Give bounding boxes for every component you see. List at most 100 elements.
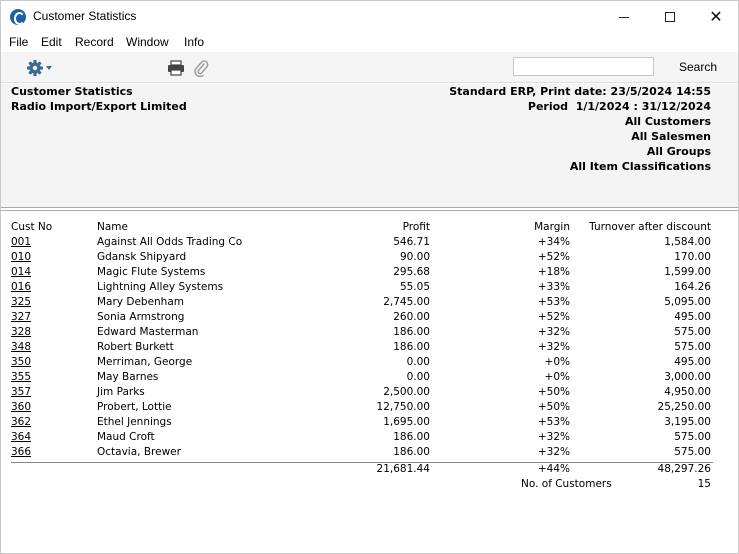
customer-turnover: 3,000.00	[664, 371, 711, 383]
customer-name: Probert, Lottie	[97, 401, 172, 413]
customer-statistics-window: Customer Statistics ✕ File Edit Record W…	[0, 0, 739, 554]
customer-turnover: 1,599.00	[664, 266, 711, 278]
customer-profit: 90.00	[399, 251, 430, 263]
header-name: Name	[97, 221, 128, 233]
customer-number-link[interactable]: 357	[11, 386, 31, 398]
maximize-button[interactable]	[647, 1, 693, 32]
customer-number-link[interactable]: 016	[11, 281, 31, 293]
close-button[interactable]: ✕	[693, 1, 739, 32]
customer-name: Merriman, George	[97, 356, 193, 368]
menu-info[interactable]: Info	[184, 35, 204, 49]
table-row: 348 Robert Burkett 186.00 +32% 575.00	[1, 341, 738, 356]
customer-name: Jim Parks	[97, 386, 145, 398]
printer-icon	[168, 60, 184, 76]
table-header: Cust No Name Profit Margin Turnover afte…	[1, 221, 738, 236]
customer-turnover: 575.00	[674, 446, 711, 458]
customer-margin: +53%	[537, 416, 570, 428]
paperclip-icon	[194, 60, 209, 78]
customer-profit: 186.00	[393, 446, 430, 458]
customer-margin: +53%	[537, 296, 570, 308]
customer-turnover: 164.26	[674, 281, 711, 293]
customer-number-link[interactable]: 350	[11, 356, 31, 368]
minimize-icon	[619, 16, 629, 18]
customer-name: Robert Burkett	[97, 341, 174, 353]
table-row: 364 Maud Croft 186.00 +32% 575.00	[1, 431, 738, 446]
customer-margin: +52%	[537, 311, 570, 323]
filter-item-classifications: All Item Classifications	[569, 160, 711, 173]
attach-button[interactable]	[193, 59, 209, 78]
customer-number-link[interactable]: 014	[11, 266, 31, 278]
table-row: 328 Edward Masterman 186.00 +32% 575.00	[1, 326, 738, 341]
customer-number-link[interactable]: 355	[11, 371, 31, 383]
customer-name: Maud Croft	[97, 431, 155, 443]
header-turnover: Turnover after discount	[589, 221, 711, 233]
customer-turnover: 25,250.00	[657, 401, 711, 413]
menu-record[interactable]: Record	[75, 35, 114, 49]
customer-number-link[interactable]: 360	[11, 401, 31, 413]
customer-turnover: 495.00	[674, 356, 711, 368]
customer-name: Gdansk Shipyard	[97, 251, 187, 263]
window-title: Customer Statistics	[33, 9, 137, 23]
customer-number-link[interactable]: 348	[11, 341, 31, 353]
header-divider	[1, 210, 738, 211]
customer-profit: 186.00	[393, 341, 430, 353]
customer-margin: +32%	[537, 446, 570, 458]
header-profit: Profit	[402, 221, 430, 233]
customer-turnover: 495.00	[674, 311, 711, 323]
customer-number-link[interactable]: 364	[11, 431, 31, 443]
customer-name: May Barnes	[97, 371, 159, 383]
customer-number-link[interactable]: 010	[11, 251, 31, 263]
customer-number-link[interactable]: 362	[11, 416, 31, 428]
close-icon: ✕	[709, 7, 723, 26]
customer-name: Lightning Alley Systems	[97, 281, 224, 293]
customer-turnover: 575.00	[674, 431, 711, 443]
header-margin: Margin	[534, 221, 570, 233]
customer-number-link[interactable]: 001	[11, 236, 31, 248]
header-cust-no: Cust No	[11, 221, 53, 233]
total-margin: +44%	[537, 463, 570, 475]
search-button[interactable]: Search	[679, 60, 717, 74]
customer-margin: +32%	[537, 431, 570, 443]
table-row: 357 Jim Parks 2,500.00 +50% 4,950.00	[1, 386, 738, 401]
customer-profit: 546.71	[393, 236, 430, 248]
app-logo-icon	[10, 9, 26, 25]
customer-profit: 186.00	[393, 431, 430, 443]
menu-file[interactable]: File	[9, 35, 28, 49]
table-row: 362 Ethel Jennings 1,695.00 +53% 3,195.00	[1, 416, 738, 431]
table-row: 001 Against All Odds Trading Co 546.71 +34%…	[1, 236, 738, 251]
customer-margin: +50%	[537, 386, 570, 398]
table-row: 355 May Barnes 0.00 +0% 3,000.00	[1, 371, 738, 386]
print-button[interactable]	[167, 60, 185, 76]
filter-customers: All Customers	[624, 115, 711, 128]
menu-window[interactable]: Window	[126, 35, 169, 49]
search-input[interactable]	[513, 57, 654, 76]
totals-row: 21,681.44 +44% 48,297.26	[1, 463, 738, 478]
customer-name: Octavia, Brewer	[97, 446, 181, 458]
customer-name: Sonia Armstrong	[97, 311, 185, 323]
customer-number-link[interactable]: 366	[11, 446, 31, 458]
customer-margin: +32%	[537, 341, 570, 353]
table-row: 327 Sonia Armstrong 260.00 +52% 495.00	[1, 311, 738, 326]
customer-margin: +32%	[537, 326, 570, 338]
minimize-button[interactable]	[601, 1, 647, 32]
table-row: 010 Gdansk Shipyard 90.00 +52% 170.00	[1, 251, 738, 266]
customer-profit: 0.00	[406, 371, 430, 383]
table-row: 325 Mary Debenham 2,745.00 +53% 5,095.00	[1, 296, 738, 311]
company-name: Radio Import/Export Limited	[11, 100, 187, 113]
period-info: Period 1/1/2024 : 31/12/2024	[527, 100, 711, 113]
customer-number-link[interactable]: 328	[11, 326, 31, 338]
toolbar: Search	[1, 52, 738, 83]
customer-profit: 12,750.00	[376, 401, 430, 413]
operations-menu-button[interactable]	[26, 59, 56, 77]
customer-margin: +0%	[544, 371, 570, 383]
table-body: 001 Against All Odds Trading Co 546.71 +34%…	[1, 236, 738, 461]
customer-name: Ethel Jennings	[97, 416, 172, 428]
gear-icon	[27, 60, 52, 76]
customer-turnover: 5,095.00	[664, 296, 711, 308]
menu-edit[interactable]: Edit	[41, 35, 62, 49]
table-row: 350 Merriman, George 0.00 +0% 495.00	[1, 356, 738, 371]
customer-number-link[interactable]: 327	[11, 311, 31, 323]
customer-margin: +50%	[537, 401, 570, 413]
customer-count-row: No. of Customers 15	[1, 478, 738, 493]
customer-number-link[interactable]: 325	[11, 296, 31, 308]
